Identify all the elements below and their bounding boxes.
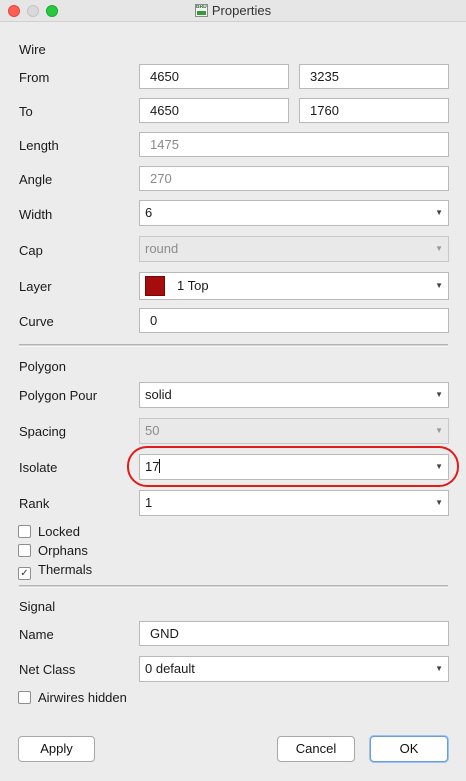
- length-label: Length: [19, 138, 59, 153]
- check-icon: ✓: [20, 568, 29, 579]
- rank-value: 1: [145, 495, 153, 510]
- polygon-pour-combo[interactable]: solid ▼: [139, 382, 449, 408]
- window-title-container: BRD Properties: [0, 3, 466, 18]
- angle-field: 270: [139, 166, 449, 191]
- spacing-combo: 50 ▼: [139, 418, 449, 444]
- chevron-down-icon: ▼: [435, 462, 443, 471]
- chevron-down-icon: ▼: [435, 426, 443, 435]
- locked-label: Locked: [38, 524, 80, 539]
- orphans-checkbox[interactable]: [18, 544, 31, 557]
- chevron-down-icon: ▼: [435, 281, 443, 290]
- signal-section-heading: Signal: [19, 599, 56, 614]
- titlebar: BRD Properties: [0, 0, 466, 22]
- spacing-label: Spacing: [19, 424, 66, 439]
- airwires-hidden-checkbox[interactable]: [18, 691, 31, 704]
- polygon-pour-label: Polygon Pour: [19, 388, 98, 403]
- locked-checkbox-row[interactable]: Locked: [18, 524, 80, 540]
- chevron-down-icon: ▼: [435, 208, 443, 217]
- from-x-field[interactable]: 4650: [139, 64, 289, 89]
- polygon-pour-value: solid: [145, 387, 172, 402]
- from-y-field[interactable]: 3235: [299, 64, 449, 89]
- layer-label: Layer: [19, 279, 52, 294]
- apply-button[interactable]: Apply: [18, 736, 95, 762]
- airwires-hidden-checkbox-row[interactable]: Airwires hidden: [18, 690, 127, 706]
- cap-value: round: [145, 241, 179, 256]
- orphans-label: Orphans: [38, 543, 88, 558]
- width-label: Width: [19, 207, 53, 222]
- ok-button[interactable]: OK: [370, 736, 448, 762]
- text-cursor: [159, 459, 161, 473]
- to-label: To: [19, 104, 33, 119]
- rank-label: Rank: [19, 496, 50, 511]
- locked-checkbox[interactable]: [18, 525, 31, 538]
- chevron-down-icon: ▼: [435, 244, 443, 253]
- layer-combo[interactable]: 1 Top ▼: [139, 272, 449, 300]
- thermals-label: Thermals: [38, 562, 93, 577]
- polygon-signal-divider: [19, 585, 448, 588]
- cap-combo: round ▼: [139, 236, 449, 262]
- layer-value: 1 Top: [177, 278, 209, 293]
- thermals-checkbox-row[interactable]: ✓ Thermals: [18, 562, 93, 580]
- isolate-combo[interactable]: 17 ▼: [139, 454, 449, 480]
- orphans-checkbox-row[interactable]: Orphans: [18, 543, 88, 559]
- length-field: 1475: [139, 132, 449, 157]
- chevron-down-icon: ▼: [435, 664, 443, 673]
- width-value: 6: [145, 205, 153, 220]
- spacing-value: 50: [145, 423, 160, 438]
- curve-label: Curve: [19, 314, 54, 329]
- to-y-field[interactable]: 1760: [299, 98, 449, 123]
- cap-label: Cap: [19, 243, 43, 258]
- rank-combo[interactable]: 1 ▼: [139, 490, 449, 516]
- to-x-field[interactable]: 4650: [139, 98, 289, 123]
- properties-window: BRD Properties Wire From 4650 3235 To 465…: [0, 0, 466, 781]
- layer-color-swatch: [145, 275, 165, 296]
- chevron-down-icon: ▼: [435, 390, 443, 399]
- net-class-combo[interactable]: 0 default ▼: [139, 656, 449, 682]
- from-label: From: [19, 70, 50, 85]
- cancel-button[interactable]: Cancel: [277, 736, 355, 762]
- wire-section-heading: Wire: [19, 42, 46, 57]
- net-class-label: Net Class: [19, 662, 76, 677]
- polygon-section-heading: Polygon: [19, 359, 66, 374]
- curve-field[interactable]: 0: [139, 308, 449, 333]
- signal-name-field[interactable]: GND: [139, 621, 449, 646]
- thermals-checkbox[interactable]: ✓: [18, 567, 31, 580]
- isolate-label: Isolate: [19, 460, 58, 475]
- angle-label: Angle: [19, 172, 53, 187]
- net-class-value: 0 default: [145, 661, 195, 676]
- airwires-hidden-label: Airwires hidden: [38, 690, 127, 705]
- width-combo[interactable]: 6 ▼: [139, 200, 449, 226]
- window-title: Properties: [211, 3, 272, 18]
- chevron-down-icon: ▼: [435, 498, 443, 507]
- isolate-value: 17: [145, 459, 160, 474]
- name-label: Name: [19, 627, 54, 642]
- brd-file-icon: BRD: [194, 4, 208, 17]
- wire-polygon-divider: [19, 344, 448, 347]
